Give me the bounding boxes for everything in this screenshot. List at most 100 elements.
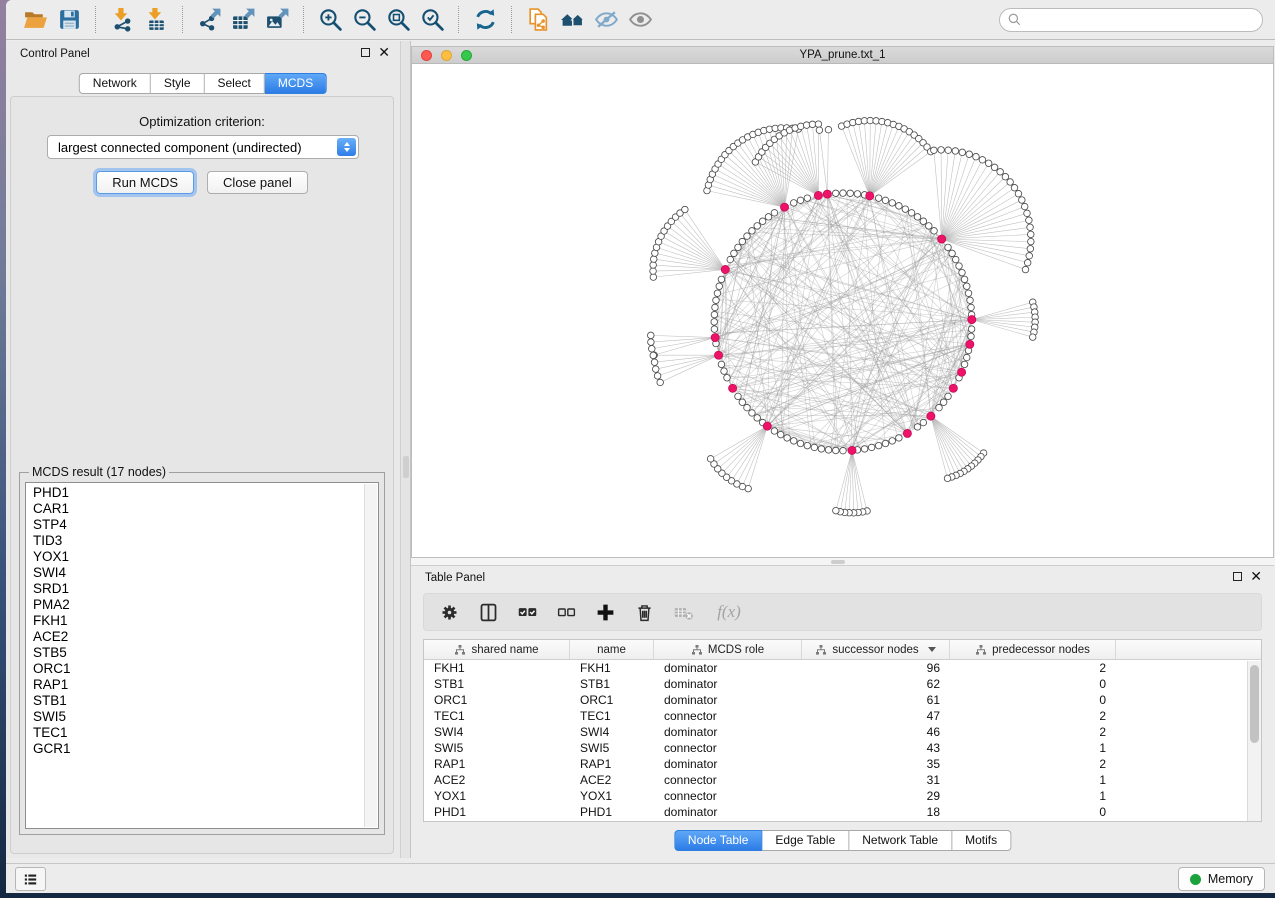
tab-edge-table[interactable]: Edge Table [762, 830, 849, 851]
table-row[interactable]: SWI4SWI4dominator462 [424, 724, 1261, 740]
table-row[interactable]: PHD1PHD1dominator180 [424, 804, 1261, 820]
column-header-MCDS-role[interactable]: MCDS role [654, 640, 802, 659]
first-neighbors-button[interactable] [555, 4, 589, 36]
refresh-button[interactable] [468, 4, 502, 36]
close-panel-button[interactable]: Close panel [207, 171, 308, 194]
result-list-item[interactable]: PMA2 [33, 597, 378, 613]
column-header-predecessor-nodes[interactable]: predecessor nodes [950, 640, 1116, 659]
open-file-button[interactable] [18, 4, 52, 36]
tab-mcds[interactable]: MCDS [265, 73, 327, 94]
result-list-item[interactable]: PHD1 [33, 485, 378, 501]
add-button[interactable] [590, 597, 620, 627]
mcds-buttons: Run MCDS Close panel [11, 171, 393, 194]
table-row[interactable]: FKH1FKH1dominator962 [424, 660, 1261, 676]
zoom-fit-icon [386, 7, 411, 32]
table-row[interactable]: ACE2ACE2connector311 [424, 772, 1261, 788]
hide-selected-button[interactable] [589, 4, 623, 36]
float-panel-icon[interactable] [361, 48, 370, 57]
tab-network[interactable]: Network [79, 73, 151, 94]
table-panel-window-controls: ✕ [1233, 572, 1262, 581]
result-list-item[interactable]: SRD1 [33, 581, 378, 597]
close-panel-icon[interactable]: ✕ [378, 48, 390, 57]
tab-style[interactable]: Style [151, 73, 205, 94]
table-row[interactable]: RAP1RAP1dominator352 [424, 756, 1261, 772]
settings-button[interactable] [434, 597, 464, 627]
close-panel-icon[interactable]: ✕ [1250, 572, 1262, 581]
export-network-button[interactable] [192, 4, 226, 36]
criterion-dropdown[interactable]: largest connected component (undirected) [47, 135, 359, 159]
table-row[interactable]: ORC1ORC1dominator610 [424, 692, 1261, 708]
result-list-item[interactable]: RAP1 [33, 677, 378, 693]
toolbar-divider [95, 6, 96, 33]
table-row[interactable]: SWI5SWI5connector431 [424, 740, 1261, 756]
result-list-item[interactable]: SWI4 [33, 565, 378, 581]
column-header-successor-nodes[interactable]: successor nodes [802, 640, 950, 659]
new-network-from-selection-button[interactable] [521, 4, 555, 36]
result-list-item[interactable]: TID3 [33, 533, 378, 549]
import-table-button[interactable] [139, 4, 173, 36]
result-list-item[interactable]: STB1 [33, 693, 378, 709]
tab-motifs[interactable]: Motifs [952, 830, 1011, 851]
export-table-button[interactable] [226, 4, 260, 36]
horizontal-splitter[interactable] [411, 558, 1275, 565]
result-list-item[interactable]: ORC1 [33, 661, 378, 677]
minimize-window-icon[interactable] [441, 50, 452, 61]
result-list-item[interactable]: STB5 [33, 645, 378, 661]
tab-network-table[interactable]: Network Table [849, 830, 952, 851]
show-panels-button[interactable] [15, 867, 46, 891]
close-window-icon[interactable] [421, 50, 432, 61]
search-input[interactable] [999, 8, 1263, 32]
cell: RAP1 [424, 756, 570, 772]
show-all-icon [628, 7, 653, 32]
export-image-button[interactable] [260, 4, 294, 36]
delete-button[interactable] [629, 597, 659, 627]
maximize-window-icon[interactable] [461, 50, 472, 61]
table-row[interactable]: TEC1TEC1connector472 [424, 708, 1261, 724]
show-column-icon [478, 602, 499, 623]
zoom-in-icon [318, 7, 343, 32]
network-window-titlebar[interactable]: YPA_prune.txt_1 [412, 47, 1273, 64]
deselect-all-button[interactable] [551, 597, 581, 627]
column-header-name[interactable]: name [570, 640, 654, 659]
splitter-grip[interactable] [831, 560, 845, 564]
result-list-item[interactable]: GCR1 [33, 741, 378, 757]
result-list-item[interactable]: YOX1 [33, 549, 378, 565]
result-list-scrollbar[interactable] [364, 484, 377, 827]
delete-table-button[interactable] [668, 597, 698, 627]
zoom-out-button[interactable] [347, 4, 381, 36]
toolbar-divider [303, 6, 304, 33]
function-builder-button[interactable]: f(x) [707, 597, 751, 627]
tab-node-table[interactable]: Node Table [674, 830, 763, 851]
network-canvas[interactable] [412, 64, 1273, 557]
table-row[interactable]: YOX1YOX1connector291 [424, 788, 1261, 804]
run-mcds-button[interactable]: Run MCDS [96, 171, 194, 194]
show-all-button[interactable] [623, 4, 657, 36]
zoom-in-button[interactable] [313, 4, 347, 36]
zoom-fit-button[interactable] [381, 4, 415, 36]
splitter-grip[interactable] [403, 456, 409, 478]
result-list-item[interactable]: CAR1 [33, 501, 378, 517]
import-network-button[interactable] [105, 4, 139, 36]
network-graph[interactable] [412, 64, 1273, 557]
table-scrollbar[interactable] [1247, 661, 1261, 821]
scrollbar-thumb[interactable] [1250, 665, 1259, 743]
save-session-button[interactable] [52, 4, 86, 36]
memory-button[interactable]: Memory [1178, 867, 1265, 891]
show-column-button[interactable] [473, 597, 503, 627]
table-row[interactable]: STB1STB1dominator620 [424, 676, 1261, 692]
deselect-all-icon [556, 602, 577, 623]
float-panel-icon[interactable] [1233, 572, 1242, 581]
select-all-icon [517, 602, 538, 623]
zoom-selected-button[interactable] [415, 4, 449, 36]
vertical-splitter[interactable] [400, 41, 411, 858]
select-all-button[interactable] [512, 597, 542, 627]
column-header-shared-name[interactable]: shared name [424, 640, 570, 659]
result-list-item[interactable]: STP4 [33, 517, 378, 533]
result-list-item[interactable]: FKH1 [33, 613, 378, 629]
result-list-item[interactable]: SWI5 [33, 709, 378, 725]
tab-select[interactable]: Select [205, 73, 265, 94]
table-header-row: shared namenameMCDS rolesuccessor nodesp… [424, 640, 1261, 660]
result-list-item[interactable]: TEC1 [33, 725, 378, 741]
result-list-item[interactable]: ACE2 [33, 629, 378, 645]
mcds-result-title: MCDS result (17 nodes) [29, 465, 169, 479]
